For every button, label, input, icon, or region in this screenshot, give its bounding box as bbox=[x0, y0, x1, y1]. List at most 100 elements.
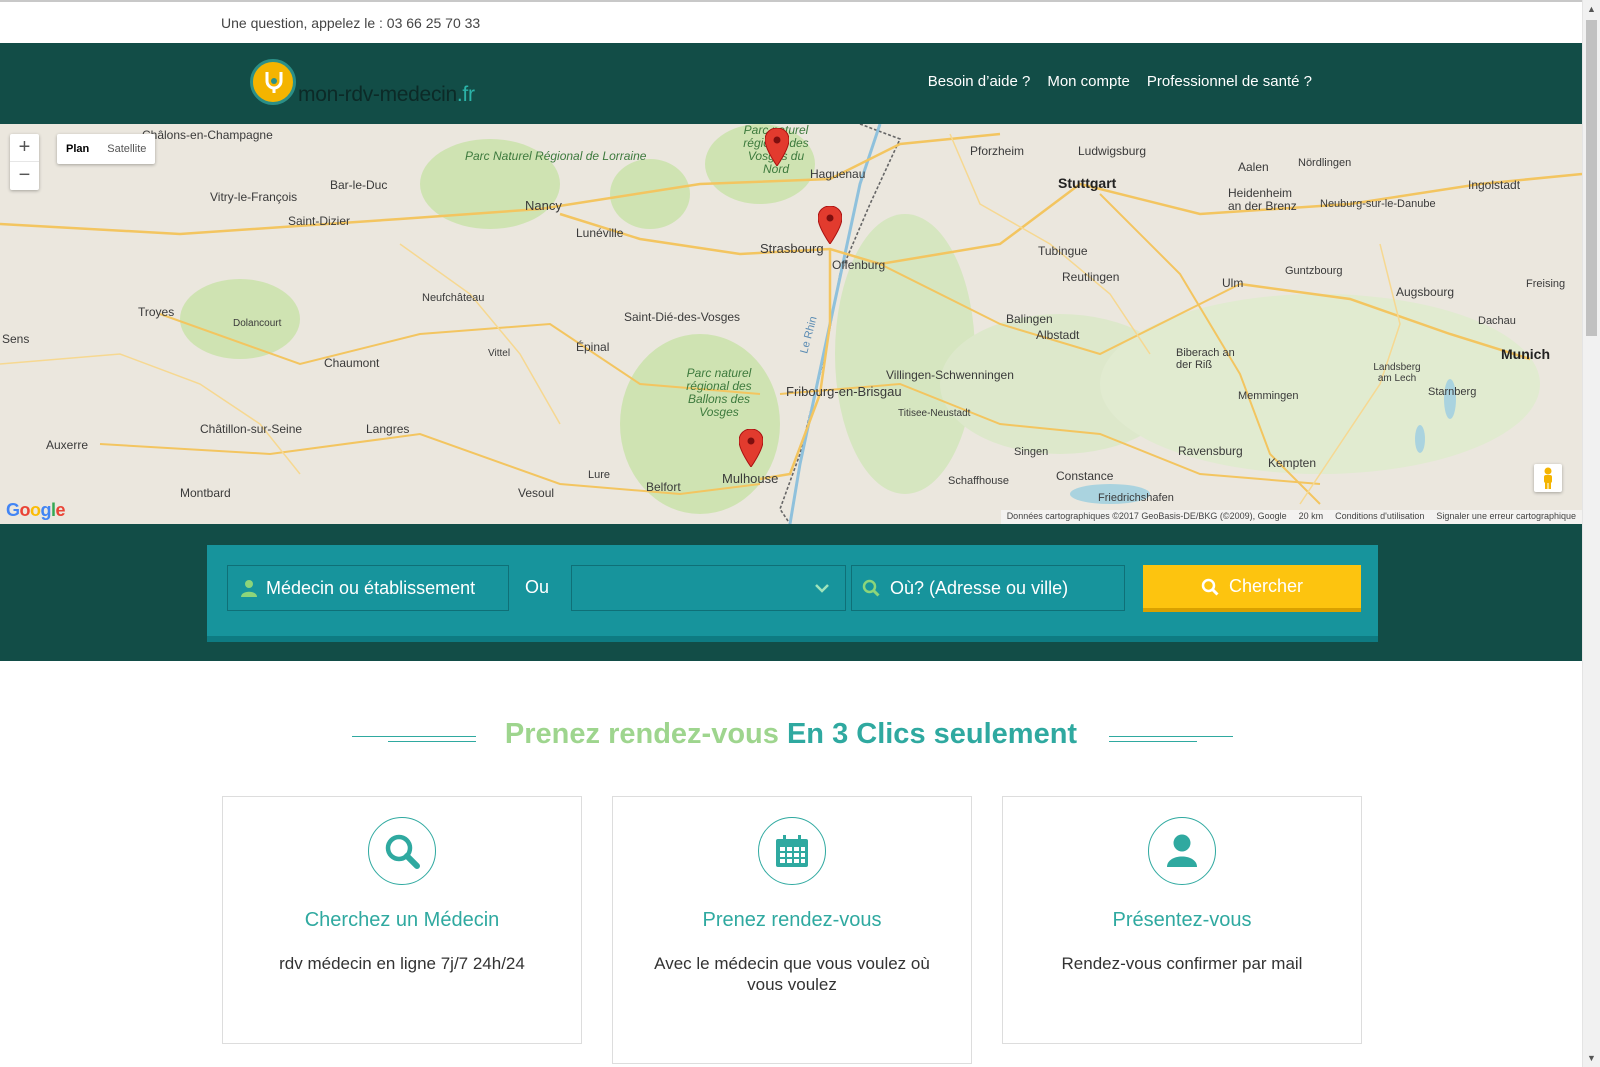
page-scrollbar[interactable]: ▲ ▼ bbox=[1582, 0, 1600, 1067]
city-label: Guntzbourg bbox=[1285, 265, 1343, 277]
headline-decoration bbox=[1109, 734, 1233, 744]
city-label: Stuttgart bbox=[1058, 175, 1117, 191]
step-title: Présentez-vous bbox=[1112, 909, 1252, 931]
lake bbox=[1415, 425, 1425, 453]
city-label: Munich bbox=[1501, 346, 1550, 362]
city-label: Albstadt bbox=[1036, 328, 1080, 342]
city-label: Bar-le-Duc bbox=[330, 178, 388, 192]
city-label: Saint-Dizier bbox=[288, 214, 351, 228]
stethoscope-icon bbox=[250, 59, 296, 105]
calendar-icon bbox=[776, 835, 808, 867]
city-label: Saint-Dié-des-Vosges bbox=[624, 310, 741, 324]
forest-area bbox=[610, 159, 690, 229]
city-label: Dachau bbox=[1478, 315, 1516, 327]
site-header: mon-rdv-medecin.fr Besoin d’aide ? Mon c… bbox=[0, 43, 1582, 124]
map[interactable]: Parc Naturel Régional de Lorraine Parc n… bbox=[0, 124, 1582, 524]
nav-professional[interactable]: Professionnel de santé ? bbox=[1147, 73, 1312, 90]
nav-help[interactable]: Besoin d’aide ? bbox=[928, 73, 1031, 90]
search-button-label: Chercher bbox=[1228, 576, 1304, 596]
map-zoom-control: + − bbox=[10, 134, 39, 190]
city-label: Châlons-en-Champagne bbox=[142, 128, 273, 142]
city-label: Reutlingen bbox=[1062, 270, 1120, 284]
city-label: Chaumont bbox=[324, 356, 380, 370]
map-type-control: Plan Satellite bbox=[57, 134, 156, 164]
city-label: Ulm bbox=[1222, 276, 1244, 290]
city-label: Neufchâteau bbox=[422, 292, 485, 304]
map-marker[interactable] bbox=[739, 429, 763, 467]
city-label: Dolancourt bbox=[233, 318, 282, 329]
city-label: Memmingen bbox=[1238, 390, 1299, 402]
scroll-down-arrow-icon[interactable]: ▼ bbox=[1587, 1053, 1596, 1063]
city-label: Ravensburg bbox=[1178, 444, 1243, 458]
step-title: Cherchez un Médecin bbox=[304, 909, 500, 931]
city-label: Langres bbox=[366, 422, 410, 436]
city-label: Villingen-Schwenningen bbox=[886, 368, 1014, 382]
doctor-search-field[interactable]: Médecin ou établissement bbox=[227, 565, 509, 611]
step-icon-circle bbox=[1148, 817, 1216, 885]
search-button[interactable]: Chercher bbox=[1143, 565, 1361, 612]
map-type-plan[interactable]: Plan bbox=[57, 134, 98, 164]
city-label: Strasbourg bbox=[760, 241, 824, 256]
map-scale[interactable]: 20 km bbox=[1299, 511, 1324, 523]
scroll-up-arrow-icon[interactable]: ▲ bbox=[1587, 4, 1596, 14]
zoom-out-button[interactable]: − bbox=[10, 162, 39, 190]
step-card-search: Cherchez un Médecin rdv médecin en ligne… bbox=[222, 796, 582, 1044]
map-marker[interactable] bbox=[818, 206, 842, 244]
city-label: Auxerre bbox=[46, 438, 89, 452]
city-label: Vittel bbox=[488, 348, 511, 359]
city-label: Biberach an der Riß bbox=[1176, 347, 1235, 371]
city-label: Ludwigsburg bbox=[1078, 144, 1147, 158]
city-label: Sens bbox=[2, 332, 30, 346]
city-label: Landsberg am Lech bbox=[1373, 362, 1421, 384]
google-logo[interactable]: Google bbox=[6, 500, 66, 521]
step-description: Avec le médecin que vous voulez où vous … bbox=[654, 954, 930, 994]
page: Une question, appelez le : 03 66 25 70 3… bbox=[0, 0, 1600, 1067]
location-placeholder: Où? (Adresse ou ville) bbox=[890, 577, 1069, 598]
city-label: Haguenau bbox=[810, 167, 866, 181]
map-terms-link[interactable]: Conditions d'utilisation bbox=[1335, 511, 1424, 523]
step-title: Prenez rendez-vous bbox=[702, 909, 882, 931]
city-label: Fribourg-en-Brisgau bbox=[786, 384, 902, 399]
map-report-link[interactable]: Signaler une erreur cartographique bbox=[1436, 511, 1576, 523]
city-label: Mulhouse bbox=[722, 471, 779, 486]
map-data-credit: Données cartographiques ©2017 GeoBasis-D… bbox=[1006, 511, 1287, 521]
city-label: Troyes bbox=[138, 305, 175, 319]
city-label: Offenburg bbox=[832, 258, 886, 272]
search-icon bbox=[385, 834, 420, 869]
forest-area bbox=[620, 334, 780, 514]
specialty-select[interactable] bbox=[571, 565, 846, 611]
map-marker[interactable] bbox=[765, 128, 789, 166]
main-nav: Besoin d’aide ? Mon compte Professionnel… bbox=[928, 73, 1312, 90]
zoom-in-button[interactable]: + bbox=[10, 134, 39, 162]
step-icon-circle bbox=[368, 817, 436, 885]
map-attribution: Données cartographiques ©2017 GeoBasis-D… bbox=[1000, 510, 1582, 524]
map-type-satellite[interactable]: Satellite bbox=[98, 134, 155, 164]
city-label: Lure bbox=[588, 469, 611, 481]
section-headline: Prenez rendez-vous En 3 Clics seulement bbox=[504, 718, 1078, 750]
city-label: Neuburg-sur-le-Danube bbox=[1320, 198, 1436, 210]
step-card-present: Présentez-vous Rendez-vous confirmer par… bbox=[1002, 796, 1362, 1044]
city-label: Nancy bbox=[525, 198, 562, 213]
site-logo[interactable]: mon-rdv-medecin.fr bbox=[250, 59, 475, 106]
location-input[interactable]: Où? (Adresse ou ville) bbox=[851, 565, 1125, 611]
city-label: Lunéville bbox=[576, 226, 624, 240]
logo-text: mon-rdv-medecin.fr bbox=[298, 83, 475, 106]
city-label: Vitry-le-François bbox=[210, 190, 298, 204]
step-icon-circle bbox=[758, 817, 826, 885]
search-band: Médecin ou établissement Ou Où? (Adresse… bbox=[0, 524, 1582, 661]
city-label: Starnberg bbox=[1428, 386, 1477, 398]
search-icon bbox=[1201, 578, 1219, 596]
city-label: Belfort bbox=[646, 480, 681, 494]
park-label: Parc Naturel Régional de Lorraine bbox=[465, 149, 647, 163]
city-label: Kempten bbox=[1268, 456, 1317, 470]
city-label: Freising bbox=[1526, 278, 1566, 290]
city-label: Châtillon-sur-Seine bbox=[200, 422, 303, 436]
nav-account[interactable]: Mon compte bbox=[1047, 73, 1130, 90]
city-label: Ingolstadt bbox=[1468, 178, 1521, 192]
street-view-pegman-icon[interactable] bbox=[1534, 464, 1562, 492]
park-label: Parc naturel régional des Ballons des Vo… bbox=[686, 366, 752, 419]
step-card-appointment: Prenez rendez-vous Avec le médecin que v… bbox=[612, 796, 972, 1064]
scrollbar-thumb[interactable] bbox=[1586, 20, 1597, 336]
city-label: Heidenheim an der Brenz bbox=[1228, 186, 1297, 213]
or-label: Ou bbox=[525, 577, 550, 597]
